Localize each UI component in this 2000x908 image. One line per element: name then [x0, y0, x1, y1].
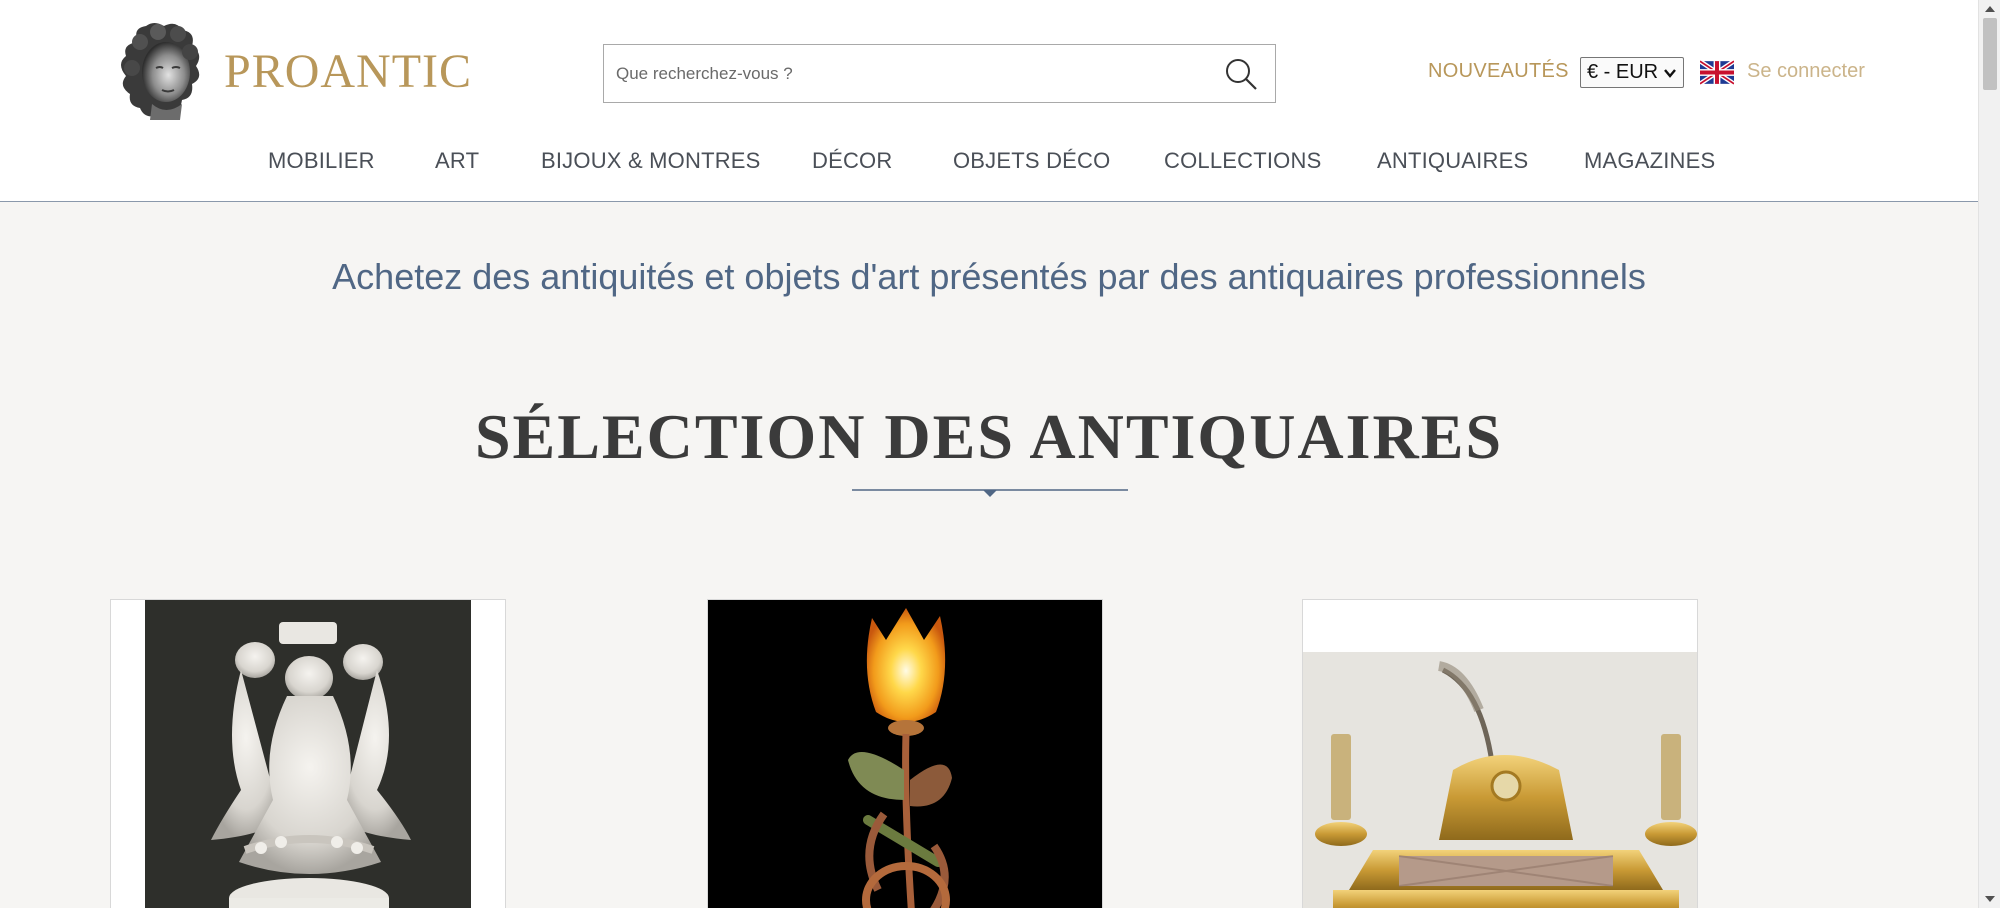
brand-name: PROANTIC	[224, 45, 473, 98]
search-input[interactable]	[604, 45, 1204, 102]
product-image-lamp	[708, 600, 1102, 908]
search-box	[603, 44, 1276, 103]
nav-item-bijoux-montres[interactable]: BIJOUX & MONTRES	[541, 148, 761, 174]
section-title: SÉLECTION DES ANTIQUAIRES	[474, 401, 1504, 472]
nav-item-mobilier[interactable]: MOBILIER	[268, 148, 375, 174]
nouveautes-link[interactable]: NOUVEAUTÉS	[1428, 60, 1569, 83]
nav-item-antiquaires[interactable]: ANTIQUAIRES	[1377, 148, 1528, 174]
bust-icon	[121, 23, 200, 120]
uk-flag-icon[interactable]	[1700, 60, 1734, 85]
scroll-down-arrow-icon[interactable]	[1984, 894, 1996, 904]
tagline: Achetez des antiquités et objets d'art p…	[332, 256, 1646, 297]
search-icon	[1226, 58, 1257, 90]
nav-item-objets-deco[interactable]: OBJETS DÉCO	[953, 148, 1110, 174]
currency-select[interactable]: € - EUR	[1580, 57, 1684, 88]
nav-item-magazines[interactable]: MAGAZINES	[1584, 148, 1715, 174]
main-nav: MOBILIER ART BIJOUX & MONTRES DÉCOR OBJE…	[0, 148, 1978, 178]
search-button[interactable]	[1207, 45, 1275, 102]
title-divider	[852, 489, 1128, 497]
login-link[interactable]: Se connecter	[1747, 60, 1865, 83]
nav-item-collections[interactable]: COLLECTIONS	[1164, 148, 1321, 174]
chevron-down-icon	[1664, 69, 1676, 78]
product-card[interactable]	[110, 599, 506, 908]
product-image-inkwell	[1303, 600, 1697, 908]
product-image-sculpture	[111, 600, 505, 908]
product-card[interactable]	[1302, 599, 1698, 908]
nav-item-art[interactable]: ART	[435, 148, 479, 174]
scrollbar-thumb[interactable]	[1983, 18, 1997, 90]
vertical-scrollbar[interactable]	[1978, 0, 2000, 908]
product-card[interactable]	[707, 599, 1103, 908]
scroll-up-arrow-icon[interactable]	[1984, 4, 1996, 14]
nav-item-decor[interactable]: DÉCOR	[812, 148, 892, 174]
site-header: PROANTIC NOUVEAUTÉS € - EUR	[0, 0, 1978, 202]
currency-value: € - EUR	[1587, 61, 1659, 83]
